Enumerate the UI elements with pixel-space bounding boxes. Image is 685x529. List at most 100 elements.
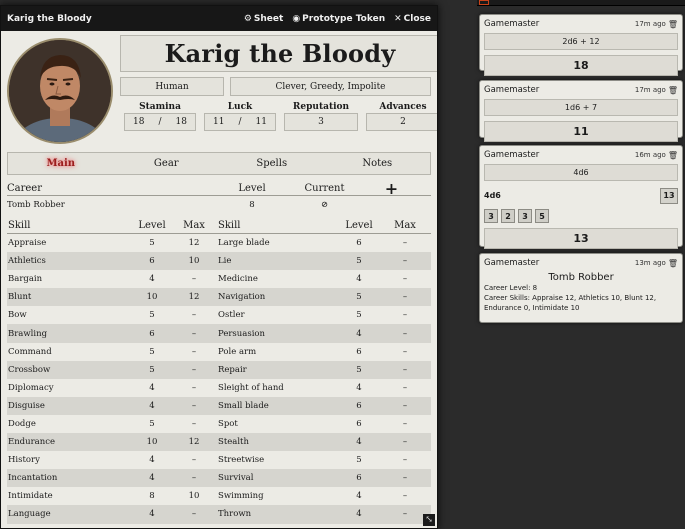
chat-message: Gamemaster 13m ago 🗑 Tomb Robber Career L… <box>479 253 683 323</box>
skills-table: Appraise 5 12 Large blade 6 – Athletics 6 10 Lie 5… <box>7 234 431 524</box>
window-titlebar[interactable]: Karig the Bloody ⚙ Sheet ◉ Prototype Tok… <box>1 6 437 31</box>
career-card-level: Career Level: 8 <box>484 284 538 292</box>
skill-name[interactable]: Language <box>7 509 132 519</box>
luck-current[interactable]: 11 <box>213 117 224 127</box>
level-column-header-2: Level <box>345 220 373 231</box>
message-timestamp: 13m ago <box>634 259 666 267</box>
close-button[interactable]: ✕ Close <box>394 14 431 24</box>
roll-formula[interactable]: 4d6 <box>484 164 678 181</box>
skill-name[interactable]: History <box>7 455 132 465</box>
close-icon: ✕ <box>394 13 402 24</box>
message-sender: Gamemaster <box>484 150 540 160</box>
reputation-field[interactable]: 3 <box>284 113 358 131</box>
luck-max[interactable]: 11 <box>256 117 267 127</box>
trash-icon[interactable]: 🗑 <box>668 20 678 29</box>
skill-name[interactable]: Streetwise <box>216 455 339 465</box>
stamina-max[interactable]: 18 <box>176 117 187 127</box>
skill-max: – <box>402 328 408 339</box>
skill-level: 5 <box>149 418 155 429</box>
skill-max: – <box>402 400 408 411</box>
character-name[interactable]: Karig the Bloody <box>120 35 437 72</box>
skill-level: 4 <box>149 400 155 411</box>
skill-name[interactable]: Crossbow <box>7 365 132 375</box>
stamina-current[interactable]: 18 <box>133 117 144 127</box>
skill-name[interactable]: Small blade <box>216 401 339 411</box>
skill-level: 5 <box>356 292 362 303</box>
skill-max: – <box>402 274 408 285</box>
skill-name[interactable]: Lie <box>216 256 339 266</box>
skill-name[interactable]: Medicine <box>216 274 339 284</box>
species-field[interactable]: Human <box>120 77 224 96</box>
skill-name[interactable]: Intimidate <box>7 491 132 501</box>
roll-formula[interactable]: 2d6 + 12 <box>484 33 678 50</box>
career-row[interactable]: Tomb Robber 8 ⊘ <box>7 196 431 214</box>
skill-name[interactable]: Spot <box>216 419 339 429</box>
skill-level: 5 <box>149 238 155 249</box>
skill-level: 4 <box>356 274 362 285</box>
roll-total[interactable]: 18 <box>484 55 678 76</box>
luck-separator: / <box>238 117 242 127</box>
skill-name[interactable]: Persuasion <box>216 329 339 339</box>
trash-icon[interactable]: 🗑 <box>668 151 678 160</box>
skill-name[interactable]: Repair <box>216 365 339 375</box>
skill-level: 10 <box>146 437 158 448</box>
chat-log-top-edge <box>477 0 685 6</box>
skill-name[interactable]: Diplomacy <box>7 383 132 393</box>
roll-formula[interactable]: 1d6 + 7 <box>484 99 678 116</box>
traits-field[interactable]: Clever, Greedy, Impolite <box>230 77 431 96</box>
sheet-config-button[interactable]: ⚙ Sheet <box>244 14 283 24</box>
skill-name[interactable]: Endurance <box>7 437 132 447</box>
chat-message: Gamemaster 16m ago 🗑 4d6 4d6 13 3 2 3 5 1… <box>479 145 683 249</box>
skill-name[interactable]: Navigation <box>216 292 339 302</box>
skill-name[interactable]: Large blade <box>216 238 339 248</box>
add-career-button[interactable]: + <box>352 179 431 198</box>
character-sheet-window: Karig the Bloody ⚙ Sheet ◉ Prototype Tok… <box>0 5 438 529</box>
reputation-stat: Reputation 3 <box>284 102 358 131</box>
luck-field[interactable]: 11 / 11 <box>204 113 276 131</box>
skill-name[interactable]: Thrown <box>216 509 339 519</box>
career-name[interactable]: Tomb Robber <box>7 200 207 210</box>
sheet-header: Karig the Bloody Human Clever, Greedy, I… <box>7 35 437 145</box>
skill-name[interactable]: Disguise <box>7 401 132 411</box>
skill-name[interactable]: Athletics <box>7 256 132 266</box>
skill-name[interactable]: Dodge <box>7 419 132 429</box>
check-circle-icon[interactable]: ⊘ <box>297 200 352 210</box>
skill-name[interactable]: Command <box>7 347 132 357</box>
skill-max: – <box>402 364 408 375</box>
skill-name[interactable]: Incantation <box>7 473 132 483</box>
advances-field[interactable]: 2 <box>366 113 437 131</box>
skill-name[interactable]: Sleight of hand <box>216 383 339 393</box>
skill-name[interactable]: Bargain <box>7 274 132 284</box>
prototype-token-label: Prototype Token <box>302 13 386 24</box>
stamina-field[interactable]: 18 / 18 <box>124 113 196 131</box>
skill-column-header-2: Skill <box>218 220 241 231</box>
trash-icon[interactable]: 🗑 <box>668 86 678 95</box>
table-row: Incantation 4 – Survival 6 – <box>7 469 431 488</box>
skill-name[interactable]: Brawling <box>7 329 132 339</box>
tab-notes[interactable]: Notes <box>325 158 431 169</box>
stats-row: Stamina 18 / 18 Luck 11 / 11 Reputation … <box>120 102 437 131</box>
tab-spells[interactable]: Spells <box>219 158 325 169</box>
tab-gear[interactable]: Gear <box>114 158 220 169</box>
skill-name[interactable]: Appraise <box>7 238 132 248</box>
prototype-token-button[interactable]: ◉ Prototype Token <box>292 14 385 24</box>
skill-name[interactable]: Stealth <box>216 437 339 447</box>
skill-name[interactable]: Ostler <box>216 310 339 320</box>
character-portrait[interactable] <box>7 38 113 144</box>
roll-total[interactable]: 11 <box>484 121 678 142</box>
career-card-skills: Career Skills: Appraise 12, Athletics 10… <box>484 294 657 312</box>
skill-name[interactable]: Swimming <box>216 491 339 501</box>
trash-icon[interactable]: 🗑 <box>668 259 678 268</box>
skill-name[interactable]: Bow <box>7 310 132 320</box>
message-timestamp: 17m ago <box>634 86 666 94</box>
skill-name[interactable]: Pole arm <box>216 347 339 357</box>
career-current-header: Current <box>304 182 345 194</box>
chat-message: Gamemaster 17m ago 🗑 1d6 + 7 11 <box>479 80 683 142</box>
skill-max: – <box>191 418 197 429</box>
skill-name[interactable]: Survival <box>216 473 339 483</box>
resize-icon[interactable]: ⤡ <box>423 514 435 526</box>
message-sender: Gamemaster <box>484 85 540 95</box>
roll-total[interactable]: 13 <box>484 228 678 249</box>
skill-name[interactable]: Blunt <box>7 292 132 302</box>
tab-main[interactable]: Main <box>8 158 114 169</box>
